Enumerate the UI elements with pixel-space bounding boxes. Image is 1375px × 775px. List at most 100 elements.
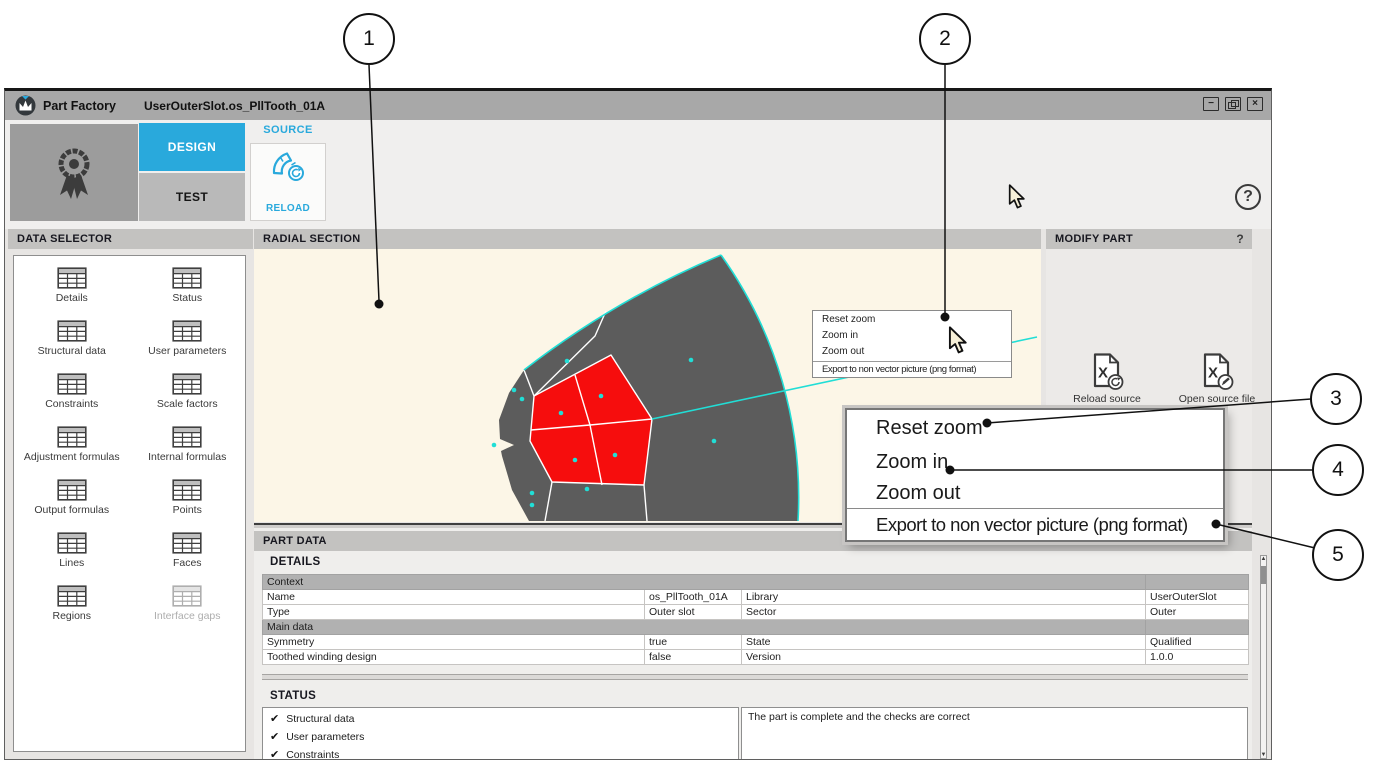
scrollbar-thumb[interactable] <box>1261 566 1266 584</box>
reload-source-button[interactable]: RELOAD <box>250 143 326 221</box>
data-selector-item-details[interactable]: Details <box>14 264 130 317</box>
scroll-up-icon[interactable]: ▲ <box>1258 556 1269 562</box>
data-selector-item-label: Interface gaps <box>154 610 221 622</box>
callout-number: 1 <box>363 27 375 51</box>
data-selector-item-label: Scale factors <box>157 398 218 410</box>
menu-item-zoom-in[interactable]: Zoom in <box>847 446 1223 478</box>
data-selector-item-adjustment-formulas[interactable]: Adjustment formulas <box>14 423 130 476</box>
menu-item-reset-zoom[interactable]: Reset zoom <box>813 311 1011 328</box>
table-icon <box>172 426 202 448</box>
table-icon <box>172 479 202 501</box>
mouse-cursor <box>1008 184 1025 209</box>
toolbar: DESIGN TEST SOURCE RELOAD ? <box>5 120 1271 229</box>
check-icon: ✔ <box>270 746 279 760</box>
tab-design[interactable]: DESIGN <box>139 123 245 171</box>
callout-2: 2 <box>919 13 971 65</box>
data-selector-item-label: Lines <box>59 557 84 569</box>
table-icon <box>57 320 87 342</box>
table-icon <box>57 373 87 395</box>
svg-text:X: X <box>1098 365 1108 382</box>
details-table: Context Nameos_PllTooth_01A LibraryUserO… <box>262 574 1249 665</box>
tab-test[interactable]: TEST <box>139 173 245 221</box>
status-heading: STATUS <box>270 690 316 702</box>
reload-source-button[interactable]: X Reload source <box>1059 353 1155 405</box>
reload-source-icon: X <box>1090 353 1124 391</box>
help-button[interactable]: ? <box>1235 184 1261 210</box>
callout-1: 1 <box>343 13 395 65</box>
app-name: Part Factory <box>43 99 116 113</box>
data-selector-item-output-formulas[interactable]: Output formulas <box>14 476 130 529</box>
table-icon <box>172 373 202 395</box>
open-source-file-button[interactable]: X Open source file <box>1169 353 1265 405</box>
restore-button[interactable] <box>1225 97 1241 111</box>
data-selector-item-internal-formulas[interactable]: Internal formulas <box>130 423 246 476</box>
reload-source-label: Reload source <box>1073 393 1141 405</box>
part-data-panel: PART DATA DETAILS Context Nameos_PllToot… <box>254 528 1252 760</box>
table-row: Toothed winding designfalse Version1.0.0 <box>263 650 1249 665</box>
open-source-file-icon: X <box>1200 353 1234 391</box>
data-selector-item-constraints[interactable]: Constraints <box>14 370 130 423</box>
radial-section-header: RADIAL SECTION <box>254 229 1041 249</box>
callout-number: 5 <box>1332 543 1344 567</box>
table-icon <box>172 267 202 289</box>
table-icon <box>172 320 202 342</box>
scroll-down-icon[interactable]: ▼ <box>1258 752 1269 758</box>
data-selector-item-points[interactable]: Points <box>130 476 246 529</box>
data-selector-item-status[interactable]: Status <box>130 264 246 317</box>
data-selector-item-label: Adjustment formulas <box>24 451 120 463</box>
open-source-file-label: Open source file <box>1179 393 1255 405</box>
status-check-list: ✔ Structural data ✔ User parameters ✔ Co… <box>262 707 739 760</box>
reload-button-label: RELOAD <box>266 203 310 214</box>
table-icon <box>57 479 87 501</box>
source-group-label: SOURCE <box>247 124 329 136</box>
data-selector-item-user-parameters[interactable]: User parameters <box>130 317 246 370</box>
minimize-button[interactable]: − <box>1203 97 1219 111</box>
document-title: UserOuterSlot.os_PllTooth_01A <box>144 99 325 113</box>
data-selector-item-regions[interactable]: Regions <box>14 582 130 635</box>
medal-icon <box>48 143 100 203</box>
table-icon <box>172 585 202 607</box>
status-check-label: User parameters <box>286 728 364 746</box>
scrollbar-track[interactable] <box>1260 555 1267 759</box>
context-menu: Reset zoom Zoom in Zoom out Export to no… <box>812 310 1012 378</box>
svg-text:X: X <box>1208 365 1218 382</box>
context-menu-magnified: Reset zoom Zoom in Zoom out Export to no… <box>845 408 1225 542</box>
data-selector-item-label: Structural data <box>38 345 106 357</box>
callout-number: 4 <box>1332 458 1344 482</box>
data-selector-item-label: Details <box>56 292 88 304</box>
table-icon <box>57 267 87 289</box>
status-message-box: The part is complete and the checks are … <box>741 707 1248 760</box>
data-selector-item-lines[interactable]: Lines <box>14 529 130 582</box>
data-selector-item-label: Points <box>173 504 202 516</box>
data-selector-title: DATA SELECTOR <box>17 233 112 245</box>
table-row: Main data <box>263 620 1249 635</box>
data-selector-item-structural-data[interactable]: Structural data <box>14 317 130 370</box>
data-selector-item-label: Internal formulas <box>148 451 226 463</box>
check-icon: ✔ <box>270 710 279 728</box>
data-selector-item-scale-factors[interactable]: Scale factors <box>130 370 246 423</box>
part-data-scrollbar[interactable]: ▲ ▼ <box>1258 555 1269 759</box>
data-selector-item-faces[interactable]: Faces <box>130 529 246 582</box>
reload-part-icon <box>270 151 306 183</box>
table-row: Symmetrytrue StateQualified <box>263 635 1249 650</box>
menu-item-export-png[interactable]: Export to non vector picture (png format… <box>813 362 1011 378</box>
certification-button[interactable] <box>10 124 138 221</box>
modify-part-help-icon[interactable]: ? <box>1236 232 1244 246</box>
table-row: Nameos_PllTooth_01A LibraryUserOuterSlot <box>263 590 1249 605</box>
menu-item-reset-zoom[interactable]: Reset zoom <box>847 410 1223 446</box>
details-heading: DETAILS <box>270 556 320 568</box>
menu-item-export-png[interactable]: Export to non vector picture (png format… <box>847 508 1223 541</box>
data-selector-item-interface-gaps: Interface gaps <box>130 582 246 635</box>
part-data-title: PART DATA <box>263 535 327 547</box>
title-bar[interactable]: Part Factory UserOuterSlot.os_PllTooth_0… <box>5 91 1271 120</box>
table-row: Context <box>263 575 1249 590</box>
menu-item-zoom-out[interactable]: Zoom out <box>847 478 1223 508</box>
data-selector-item-label: Regions <box>52 610 91 622</box>
close-button[interactable]: × <box>1247 97 1263 111</box>
list-item: ✔ User parameters <box>263 728 738 746</box>
menu-item-zoom-out[interactable]: Zoom out <box>813 344 1011 360</box>
menu-item-zoom-in[interactable]: Zoom in <box>813 328 1011 344</box>
callout-4: 4 <box>1312 444 1364 496</box>
part-sector-body[interactable] <box>499 255 799 521</box>
app-logo-icon <box>15 95 36 116</box>
